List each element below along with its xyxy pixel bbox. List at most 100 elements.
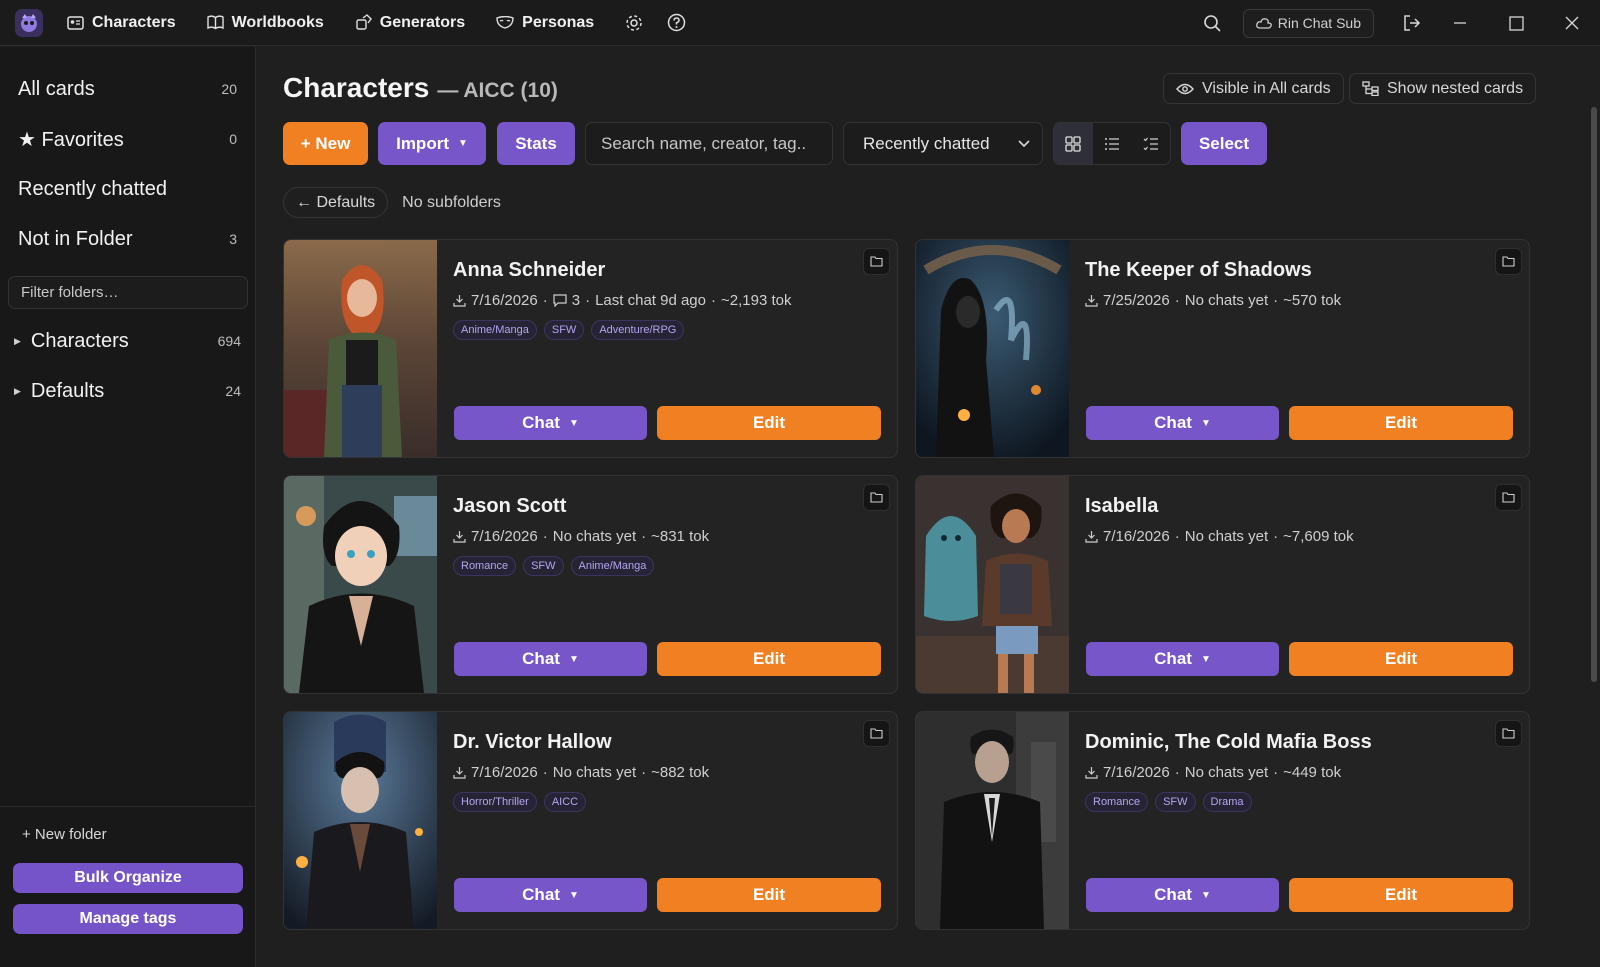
nav-characters[interactable]: Characters — [67, 14, 176, 32]
expand-triangle-icon[interactable]: ▶ — [14, 386, 21, 397]
search-button[interactable] — [1191, 0, 1235, 46]
tag-badge[interactable]: Drama — [1202, 792, 1252, 812]
visible-in-all-cards-button[interactable]: Visible in All cards — [1163, 73, 1344, 104]
character-name[interactable]: The Keeper of Shadows — [1085, 259, 1312, 282]
bulk-organize-button[interactable]: Bulk Organize — [13, 863, 243, 893]
list-view-button[interactable] — [1093, 123, 1132, 164]
app-logo[interactable] — [15, 8, 43, 37]
nested-tree-icon — [1362, 81, 1379, 96]
edit-button[interactable]: Edit — [657, 642, 881, 676]
tag-badge[interactable]: SFW — [543, 320, 585, 340]
import-button[interactable]: Import ▼ — [378, 122, 486, 165]
edit-button[interactable]: Edit — [1289, 406, 1513, 440]
chat-button[interactable]: Chat ▼ — [454, 642, 647, 676]
character-name[interactable]: Dr. Victor Hallow — [453, 731, 612, 754]
close-window-button[interactable] — [1544, 0, 1600, 46]
character-name[interactable]: Isabella — [1085, 495, 1158, 518]
show-nested-cards-button[interactable]: Show nested cards — [1349, 73, 1537, 104]
filter-folders-placeholder: Filter folders… — [21, 284, 119, 301]
manage-tags-button[interactable]: Manage tags — [13, 904, 243, 934]
minimize-button[interactable] — [1432, 0, 1488, 46]
main-scrollbar[interactable] — [1591, 107, 1597, 682]
chat-button[interactable]: Chat ▼ — [1086, 406, 1279, 440]
tag-badge[interactable]: AICC — [543, 792, 587, 812]
move-to-folder-button[interactable] — [1495, 720, 1522, 747]
sidebar-item-not-in-folder[interactable]: Not in Folder 3 — [18, 224, 237, 254]
grid-view-button[interactable] — [1054, 123, 1093, 164]
sidebar-item-all-cards[interactable]: All cards 20 — [18, 74, 237, 104]
edit-button[interactable]: Edit — [657, 406, 881, 440]
new-character-button[interactable]: + New — [283, 122, 368, 165]
filter-folders-input[interactable]: Filter folders… — [8, 276, 248, 309]
nav-generators[interactable]: Generators — [355, 14, 465, 32]
move-to-folder-button[interactable] — [1495, 248, 1522, 275]
tag-badge[interactable]: Romance — [1085, 792, 1149, 812]
nav-personas-label: Personas — [522, 13, 595, 31]
sidebar-item-favorites[interactable]: ★ Favorites 0 — [18, 124, 237, 154]
tag-badge[interactable]: Horror/Thriller — [453, 792, 537, 812]
expand-triangle-icon[interactable]: ▶ — [14, 336, 21, 347]
account-button[interactable]: Rin Chat Sub — [1242, 8, 1374, 38]
character-card[interactable]: Dr. Victor Hallow 7/16/2026 · No chats y… — [283, 711, 898, 930]
meta-separator: · — [542, 528, 548, 545]
download-icon — [1085, 530, 1098, 543]
chat-button[interactable]: Chat ▼ — [454, 406, 647, 440]
maximize-button[interactable] — [1488, 0, 1544, 46]
generator-icon — [355, 14, 372, 31]
back-to-defaults-button[interactable]: ← Defaults — [283, 187, 389, 218]
character-card[interactable]: Dominic, The Cold Mafia Boss 7/16/2026 ·… — [915, 711, 1530, 930]
character-avatar[interactable] — [916, 712, 1069, 929]
character-avatar[interactable] — [284, 476, 437, 693]
new-folder-button[interactable]: + New folder — [22, 826, 107, 843]
tag-badge[interactable]: SFW — [523, 556, 564, 576]
chat-button[interactable]: Chat ▼ — [1086, 878, 1279, 912]
stats-button[interactable]: Stats — [497, 122, 575, 165]
caret-down-icon: ▼ — [1200, 417, 1211, 429]
move-to-folder-button[interactable] — [863, 484, 890, 511]
tag-badge[interactable]: SFW — [1155, 792, 1196, 812]
chat-button[interactable]: Chat ▼ — [454, 878, 647, 912]
tag-badge[interactable]: Romance — [453, 556, 517, 576]
move-to-folder-button[interactable] — [863, 720, 890, 747]
character-avatar[interactable] — [916, 476, 1069, 693]
character-card[interactable]: Isabella 7/16/2026 · No chats yet · ~7,6… — [915, 475, 1530, 694]
download-icon — [1085, 766, 1098, 779]
checklist-view-button[interactable] — [1131, 123, 1170, 164]
character-avatar[interactable] — [916, 240, 1069, 457]
edit-button[interactable]: Edit — [657, 878, 881, 912]
sidebar-item-recently-chatted[interactable]: Recently chatted — [18, 174, 237, 204]
folder-characters[interactable]: ▶ Characters 694 — [14, 326, 241, 356]
select-button[interactable]: Select — [1181, 122, 1267, 165]
character-avatar[interactable] — [284, 240, 437, 457]
token-count: ~7,609 tok — [1283, 528, 1354, 545]
folder-defaults[interactable]: ▶ Defaults 24 — [14, 376, 241, 406]
settings-button[interactable] — [625, 14, 643, 32]
edit-button[interactable]: Edit — [1289, 878, 1513, 912]
character-card[interactable]: Anna Schneider 7/16/2026 · 3 · Last chat… — [283, 239, 898, 458]
breadcrumb: ← Defaults No subfolders — [283, 187, 501, 218]
move-to-folder-button[interactable] — [1495, 484, 1522, 511]
sort-select[interactable]: Recently chatted — [843, 122, 1043, 165]
nav-personas[interactable]: Personas — [496, 14, 594, 32]
nav-worldbooks[interactable]: Worldbooks — [206, 14, 324, 32]
sidebar-item-label: ★ Favorites — [18, 128, 124, 151]
logout-button[interactable] — [1392, 0, 1432, 46]
tag-badge[interactable]: Anime/Manga — [453, 320, 537, 340]
search-placeholder: Search name, creator, tag.. — [601, 133, 807, 153]
character-card[interactable]: Jason Scott 7/16/2026 · No chats yet · ~… — [283, 475, 898, 694]
character-name[interactable]: Anna Schneider — [453, 259, 605, 282]
character-name[interactable]: Dominic, The Cold Mafia Boss — [1085, 731, 1372, 754]
move-to-folder-button[interactable] — [863, 248, 890, 275]
book-icon — [206, 15, 224, 30]
search-input[interactable]: Search name, creator, tag.. — [585, 122, 833, 165]
tag-badge[interactable]: Adventure/RPG — [591, 320, 685, 340]
character-card[interactable]: The Keeper of Shadows 7/25/2026 · No cha… — [915, 239, 1530, 458]
edit-button[interactable]: Edit — [1289, 642, 1513, 676]
character-avatar[interactable] — [284, 712, 437, 929]
help-button[interactable] — [667, 13, 686, 32]
tag-badge[interactable]: Anime/Manga — [570, 556, 655, 576]
character-name[interactable]: Jason Scott — [453, 495, 566, 518]
chat-button[interactable]: Chat ▼ — [1086, 642, 1279, 676]
maximize-icon — [1508, 15, 1524, 31]
visible-label: Visible in All cards — [1202, 79, 1331, 97]
